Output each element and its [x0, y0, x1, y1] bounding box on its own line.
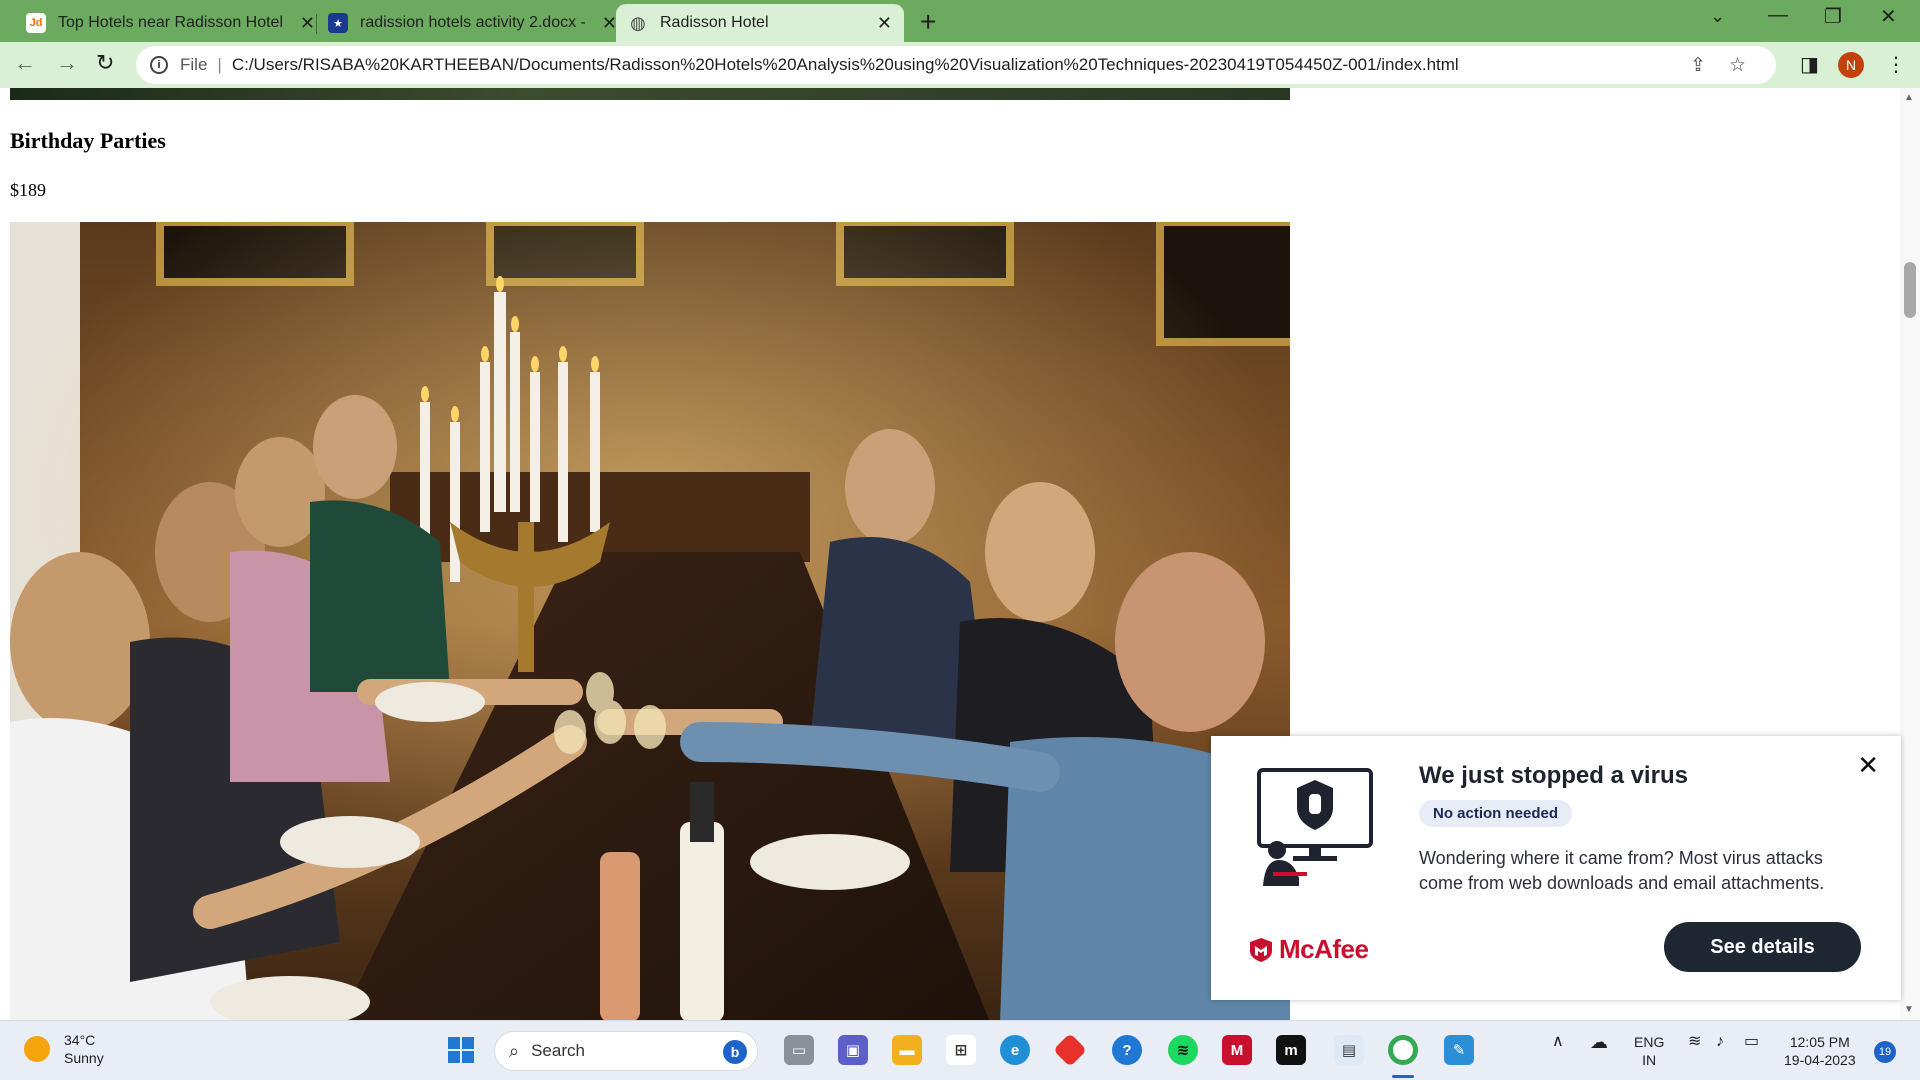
language-code: ENG — [1634, 1034, 1665, 1050]
tab-strip: Jd Top Hotels near Radisson Hotel-I ✕ ★ … — [0, 0, 1920, 42]
address-bar[interactable]: i File | C:/Users/RISABA%20KARTHEEBAN/Do… — [136, 46, 1776, 84]
sun-icon — [24, 1036, 50, 1062]
get-help-icon[interactable]: ? — [1112, 1035, 1142, 1065]
tab-title: Radisson Hotel — [660, 14, 769, 31]
restore-icon[interactable]: ❐ — [1824, 4, 1842, 29]
forward-icon[interactable]: → — [56, 50, 78, 76]
weather-temp: 34°C — [64, 1032, 96, 1048]
tab-top-hotels[interactable]: Jd Top Hotels near Radisson Hotel-I ✕ — [14, 4, 327, 42]
scroll-up-icon[interactable]: ▲ — [1904, 92, 1914, 103]
paint-icon[interactable]: ✎ — [1444, 1035, 1474, 1065]
share-icon[interactable]: ⇪ — [1690, 54, 1706, 77]
justdial-icon: Jd — [26, 13, 46, 33]
task-view-icon[interactable]: ▭ — [784, 1035, 814, 1065]
minimize-icon[interactable]: — — [1768, 4, 1788, 27]
clock-time: 12:05 PM — [1789, 1034, 1850, 1050]
language-indicator[interactable]: ENG IN — [1634, 1033, 1664, 1069]
search-icon: ⌕ — [509, 1040, 520, 1061]
wifi-icon[interactable]: ≋ — [1688, 1033, 1701, 1051]
show-hidden-icons[interactable]: ∧ — [1552, 1033, 1564, 1051]
close-tab-icon[interactable]: ✕ — [300, 13, 315, 34]
close-tab-icon[interactable]: ✕ — [877, 13, 892, 34]
region-code: IN — [1642, 1052, 1657, 1068]
browser-toolbar: ← → ↻ i File | C:/Users/RISABA%20KARTHEE… — [0, 42, 1920, 88]
photos-icon[interactable]: ▤ — [1334, 1035, 1364, 1065]
spotify-icon[interactable]: ≋ — [1168, 1035, 1198, 1065]
plus-icon[interactable]: + — [920, 6, 936, 38]
previous-image-bottom — [10, 88, 1290, 100]
brand-name: McAfee — [1279, 934, 1369, 964]
close-tab-icon[interactable]: ✕ — [602, 13, 617, 34]
mcafee-notification: ✕ We just stopped a virus No action need… — [1211, 736, 1901, 1000]
profile-avatar[interactable]: N — [1838, 52, 1864, 78]
menu-icon[interactable]: ⋮ — [1886, 52, 1906, 77]
tab-search-chevron-icon[interactable]: ⌄ — [1710, 6, 1725, 27]
volume-icon[interactable]: ♪ — [1716, 1033, 1724, 1051]
close-window-icon[interactable]: ✕ — [1880, 4, 1897, 29]
popup-title: We just stopped a virus — [1419, 762, 1688, 789]
battery-icon[interactable]: ▭ — [1744, 1033, 1759, 1051]
tab-title: Top Hotels near Radisson Hotel-I — [58, 14, 283, 31]
status-badge: No action needed — [1419, 800, 1573, 827]
edge-browser-icon[interactable]: e — [1000, 1035, 1030, 1065]
office-app-icon[interactable] — [1053, 1033, 1087, 1067]
see-details-button[interactable]: See details — [1664, 922, 1861, 972]
globe-icon: ◍ — [630, 12, 646, 33]
weather-widget[interactable]: 34°C Sunny — [24, 1031, 104, 1067]
scrollbar-thumb[interactable] — [1904, 262, 1916, 318]
reload-icon[interactable]: ↻ — [96, 50, 114, 76]
info-icon[interactable]: i — [150, 56, 168, 74]
notification-count-badge[interactable]: 19 — [1874, 1041, 1896, 1063]
url-text[interactable]: C:/Users/RISABA%20KARTHEEBAN/Documents/R… — [232, 55, 1712, 75]
teams-chat-icon[interactable]: ▣ — [838, 1035, 868, 1065]
chrome-icon[interactable] — [1388, 1035, 1418, 1065]
side-panel-icon[interactable]: ◨ — [1800, 52, 1819, 77]
bookmark-star-icon[interactable]: ☆ — [1729, 54, 1746, 77]
scroll-down-icon[interactable]: ▼ — [1904, 1004, 1914, 1015]
microsoft-store-icon[interactable]: ⊞ — [946, 1035, 976, 1065]
mcafee-icon[interactable]: M — [1222, 1035, 1252, 1065]
birthday-party-photo — [10, 222, 1290, 1020]
taskbar-search[interactable]: ⌕ Search b — [494, 1031, 758, 1071]
mcafee-logo: McAfee — [1249, 934, 1369, 965]
windows-start-icon[interactable] — [446, 1035, 476, 1065]
windows-taskbar: 34°C Sunny ⌕ Search b ▭ ▣ ▬ ⊞ e ? ≋ M m … — [0, 1020, 1920, 1080]
app-icon[interactable]: m — [1276, 1035, 1306, 1065]
page-scrollbar[interactable] — [1900, 88, 1920, 1020]
file-explorer-icon[interactable]: ▬ — [892, 1035, 922, 1065]
document-icon: ★ — [328, 13, 348, 33]
price-text: $189 — [10, 180, 46, 200]
weather-desc: Sunny — [64, 1050, 104, 1066]
close-icon[interactable]: ✕ — [1857, 750, 1879, 781]
clock[interactable]: 12:05 PM 19-04-2023 — [1784, 1033, 1856, 1069]
bing-icon[interactable]: b — [723, 1040, 747, 1064]
clock-date: 19-04-2023 — [1784, 1052, 1856, 1068]
mcafee-shield-icon — [1250, 937, 1272, 962]
virus-shield-illustration — [1255, 768, 1379, 893]
onedrive-cloud-icon[interactable]: ☁ — [1590, 1033, 1608, 1051]
section-heading: Birthday Parties — [10, 128, 166, 153]
search-label: Search — [531, 1041, 585, 1060]
tab-activity-docx[interactable]: ★ radission hotels activity 2.docx - I ✕ — [316, 4, 629, 42]
scheme-separator: | — [217, 55, 222, 74]
chrome-active-indicator — [1392, 1075, 1414, 1078]
popup-message: Wondering where it came from? Most virus… — [1419, 848, 1825, 893]
tab-radisson-hotel[interactable]: ◍ Radisson Hotel ✕ — [616, 4, 904, 42]
scheme-label: File — [180, 55, 208, 74]
back-icon[interactable]: ← — [14, 50, 36, 76]
tab-title: radission hotels activity 2.docx - I — [360, 14, 585, 31]
